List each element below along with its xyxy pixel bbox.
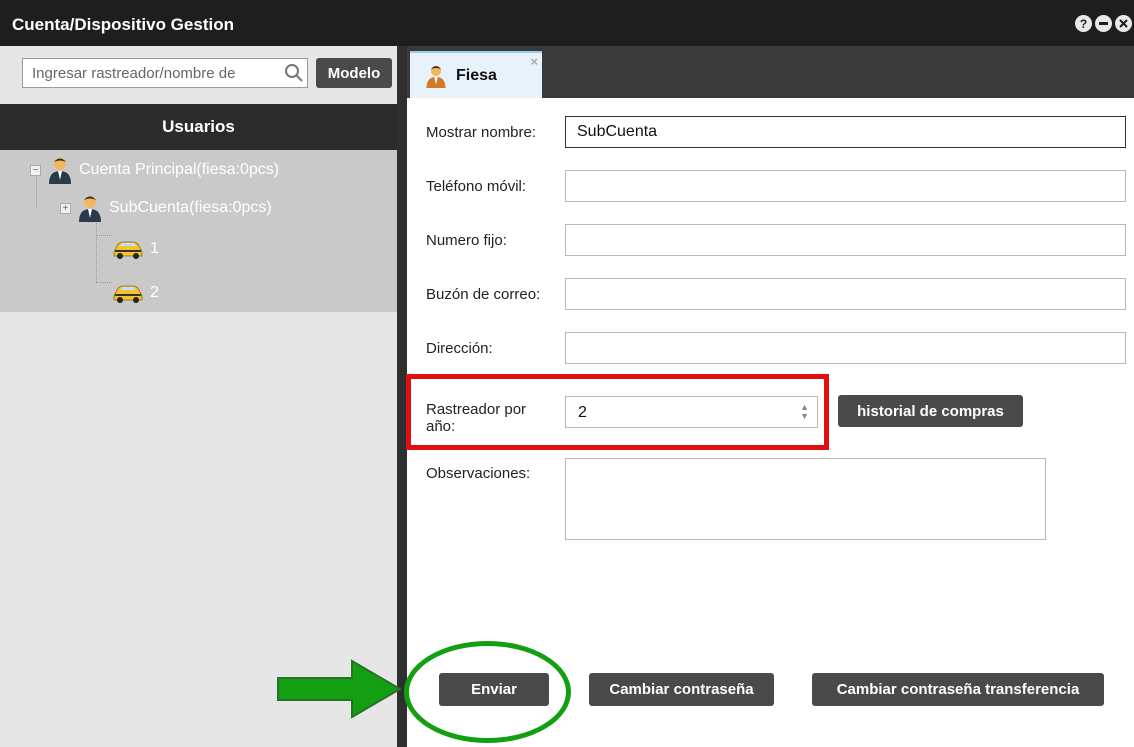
tree-item-main-account[interactable]: − Cuenta Principal(fiesa:0pcs) <box>30 156 279 184</box>
arrow-right-icon <box>277 659 402 719</box>
collapse-icon[interactable]: − <box>30 164 41 176</box>
tree-item-label: SubCuenta(fiesa:0pcs) <box>109 199 272 216</box>
tree-item-device-2[interactable]: 2 <box>112 282 159 304</box>
tree-item-subaccount[interactable]: + SubCuenta(fiesa:0pcs) <box>60 194 272 222</box>
left-panel: Modelo Usuarios − Cuenta Principal(fiesa… <box>0 46 397 747</box>
email-input[interactable] <box>565 278 1126 310</box>
tab-label: Fiesa <box>456 66 497 84</box>
display-name-input[interactable] <box>565 116 1126 148</box>
tab-fiesa[interactable]: Fiesa × <box>410 51 542 98</box>
window-titlebar: Cuenta/Dispositivo Gestion ? <box>0 0 1134 46</box>
landline-label: Numero fijo: <box>426 232 507 249</box>
address-input[interactable] <box>565 332 1126 364</box>
minimize-icon[interactable] <box>1095 15 1112 32</box>
search-icon[interactable] <box>284 63 304 83</box>
tab-close-icon[interactable]: × <box>530 54 538 69</box>
observations-textarea[interactable] <box>565 458 1046 540</box>
window-title: Cuenta/Dispositivo Gestion <box>12 15 234 34</box>
tab-bar: Fiesa × <box>407 46 1134 98</box>
search-box <box>22 58 308 88</box>
car-icon <box>113 285 143 303</box>
display-name-label: Mostrar nombre: <box>426 124 537 141</box>
change-password-button[interactable]: Cambiar contraseña <box>589 673 774 706</box>
tree-item-label: 2 <box>150 284 159 301</box>
model-button[interactable]: Modelo <box>316 58 392 88</box>
users-header: Usuarios <box>0 104 397 150</box>
search-input[interactable] <box>23 59 278 87</box>
car-icon <box>113 241 143 259</box>
landline-input[interactable] <box>565 224 1126 256</box>
observations-label: Observaciones: <box>426 465 531 482</box>
window-controls: ? <box>1075 15 1132 32</box>
highlight-circle <box>404 641 571 743</box>
tree-item-device-1[interactable]: 1 <box>112 238 159 260</box>
user-icon <box>49 158 71 184</box>
close-icon[interactable] <box>1115 15 1132 32</box>
change-transfer-password-button[interactable]: Cambiar contraseña transferencia <box>812 673 1104 706</box>
help-icon[interactable]: ? <box>1075 15 1092 32</box>
user-tree: − Cuenta Principal(fiesa:0pcs) + SubCuen… <box>0 150 397 312</box>
tree-item-label: Cuenta Principal(fiesa:0pcs) <box>79 161 280 178</box>
email-label: Buzón de correo: <box>426 286 541 303</box>
mobile-phone-input[interactable] <box>565 170 1126 202</box>
purchase-history-button[interactable]: historial de compras <box>838 395 1023 427</box>
expand-icon[interactable]: + <box>60 202 71 214</box>
user-icon <box>79 196 101 222</box>
mobile-phone-label: Teléfono móvil: <box>426 178 527 195</box>
user-icon <box>426 65 446 88</box>
tree-item-label: 1 <box>150 240 159 257</box>
address-label: Dirección: <box>426 340 493 357</box>
highlight-box <box>406 374 829 450</box>
